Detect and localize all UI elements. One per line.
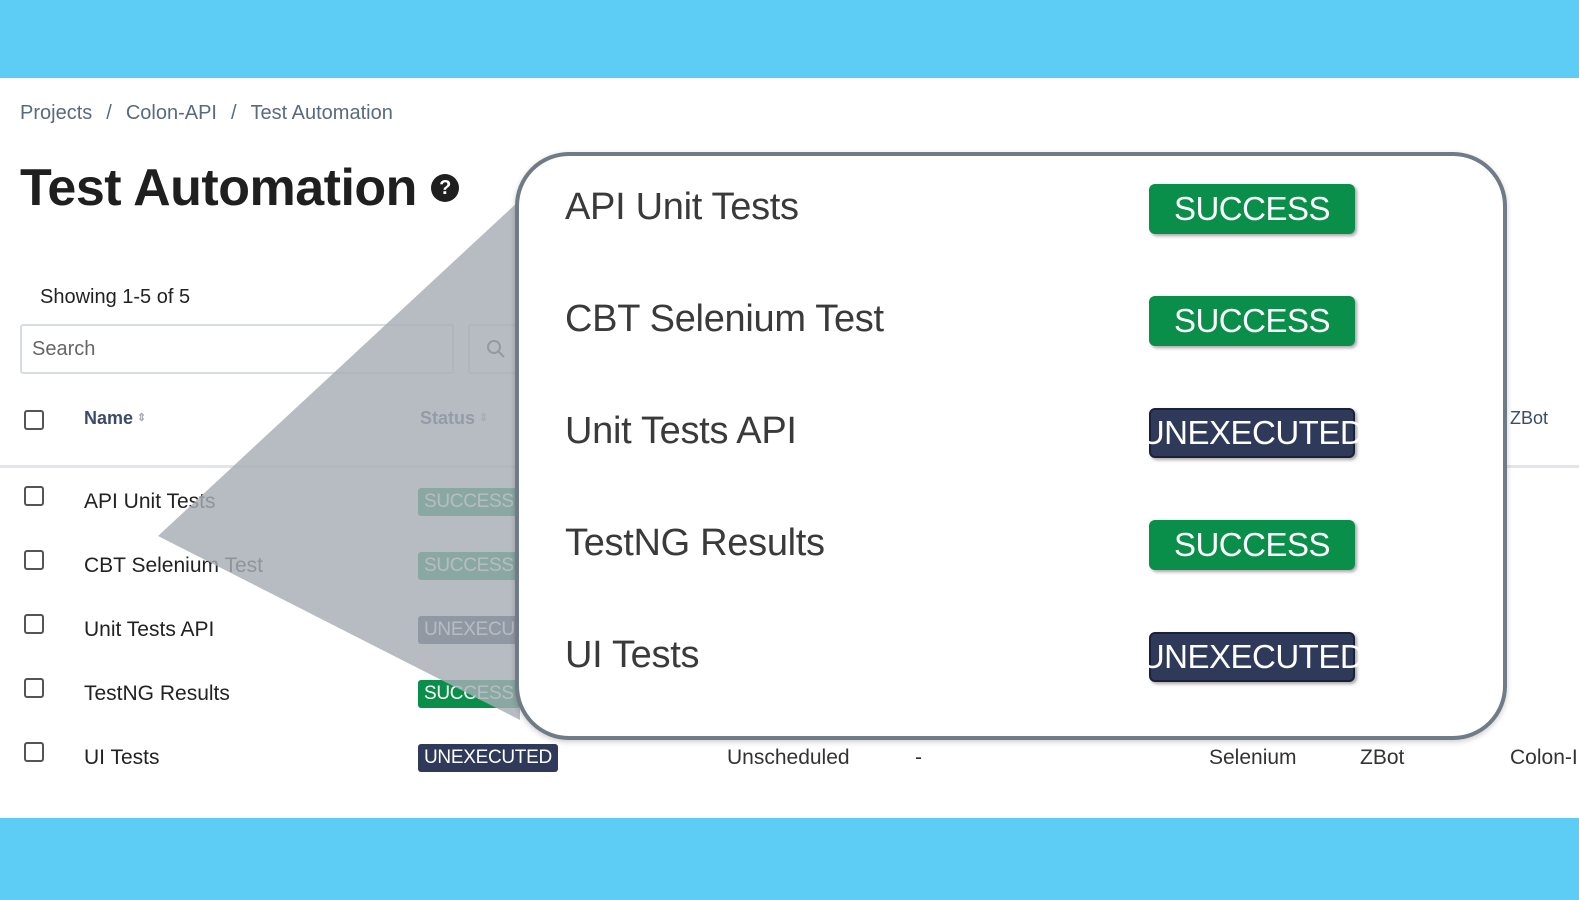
select-all-checkbox[interactable]	[24, 410, 44, 430]
column-header-owner[interactable]: ZBot	[1510, 408, 1548, 429]
zoom-row-name: API Unit Tests	[565, 186, 799, 228]
zoom-row-name: TestNG Results	[565, 522, 825, 564]
row-checkbox[interactable]	[24, 678, 44, 698]
bottom-band	[0, 818, 1579, 900]
row-checkbox[interactable]	[24, 742, 44, 762]
row-framework: Selenium	[1209, 746, 1297, 769]
status-badge: UNEXECUTED	[418, 744, 558, 772]
zoom-callout-panel: API Unit Tests SUCCESS CBT Selenium Test…	[515, 152, 1507, 740]
column-header-name-label: Name	[84, 408, 134, 428]
zoom-status-badge: SUCCESS	[1149, 184, 1355, 234]
page-title: Test Automation ?	[20, 158, 459, 218]
breadcrumb-separator: /	[230, 102, 237, 124]
sort-icon: ⇕	[137, 412, 147, 424]
row-name[interactable]: TestNG Results	[84, 682, 230, 706]
column-header-status-label: Status	[420, 408, 476, 428]
row-project: Colon-I	[1510, 746, 1578, 769]
row-name[interactable]: CBT Selenium Test	[84, 554, 263, 578]
zoom-row-name: UI Tests	[565, 634, 700, 676]
pagination-summary: Showing 1-5 of 5	[40, 286, 191, 308]
row-checkbox[interactable]	[24, 614, 44, 634]
zoom-status-badge: SUCCESS	[1149, 296, 1355, 346]
top-band	[0, 0, 1579, 78]
zoom-row: UI Tests UNEXECUTED	[519, 628, 1503, 688]
breadcrumb-separator: /	[106, 102, 112, 124]
zoom-row: Unit Tests API UNEXECUTED	[519, 404, 1503, 464]
row-owner: ZBot	[1360, 746, 1405, 769]
help-icon[interactable]: ?	[430, 174, 459, 202]
zoom-row: API Unit Tests SUCCESS	[519, 180, 1503, 240]
table-row[interactable]: UI Tests UNEXECUTED Unscheduled - Seleni…	[0, 736, 1579, 800]
zoom-status-badge: SUCCESS	[1149, 520, 1355, 570]
status-badge: SUCCESS	[418, 680, 520, 708]
search-input[interactable]	[20, 324, 454, 374]
row-checkbox[interactable]	[24, 486, 44, 506]
zoom-status-badge: UNEXECUTED	[1141, 408, 1364, 458]
search-icon	[487, 340, 505, 358]
breadcrumb-project[interactable]: Colon-API	[126, 102, 217, 125]
row-dash: -	[915, 746, 922, 769]
status-badge: SUCCESS	[418, 552, 520, 580]
breadcrumb-current[interactable]: Test Automation	[251, 102, 393, 125]
breadcrumb-projects[interactable]: Projects	[20, 102, 92, 125]
row-name[interactable]: UI Tests	[84, 746, 159, 770]
column-header-status[interactable]: Status ⇕	[420, 408, 488, 429]
column-header-name[interactable]: Name ⇕	[84, 408, 146, 429]
zoom-row-name: Unit Tests API	[565, 410, 797, 452]
zoom-status-badge: UNEXECUTED	[1141, 632, 1364, 682]
zoom-row-name: CBT Selenium Test	[565, 298, 884, 340]
row-name[interactable]: Unit Tests API	[84, 618, 214, 642]
status-badge: SUCCESS	[418, 488, 520, 516]
row-checkbox[interactable]	[24, 550, 44, 570]
page-title-text: Test Automation	[20, 159, 417, 217]
sort-icon: ⇕	[479, 412, 489, 424]
row-schedule: Unscheduled	[727, 746, 850, 769]
breadcrumb: Projects / Colon-API / Test Automation	[20, 102, 393, 125]
row-name[interactable]: API Unit Tests	[84, 490, 216, 514]
zoom-row: TestNG Results SUCCESS	[519, 516, 1503, 576]
zoom-row: CBT Selenium Test SUCCESS	[519, 292, 1503, 352]
